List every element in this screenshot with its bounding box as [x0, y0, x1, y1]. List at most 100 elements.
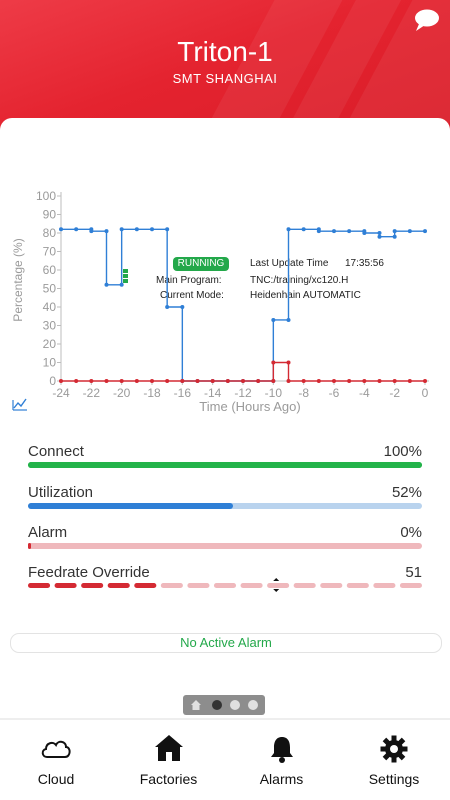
y-tick-label: 100 [36, 189, 56, 203]
series-point [316, 227, 321, 232]
series-point [59, 379, 63, 383]
status-block: RUNNING Last Update Time 17:35:56 Main P… [0, 128, 450, 301]
machine-location: SMT SHANGHAI [172, 71, 278, 86]
feedrate-segment [293, 583, 316, 588]
x-tick-label: -8 [298, 386, 309, 400]
series-point [119, 282, 124, 287]
alarm-bar-fill [28, 543, 31, 549]
feedrate-handle-down-icon [273, 589, 280, 592]
x-tick-label: 0 [422, 386, 429, 400]
line-chart-icon[interactable] [12, 398, 27, 411]
series-point [392, 229, 397, 234]
history-chart: 0 10 20 30 40 50 60 70 80 90 100 -24 -22 -20 -18 -16 -1… [11, 189, 429, 414]
feedrate-segment [240, 583, 263, 588]
series-point [347, 229, 352, 234]
nav-item-cloud[interactable]: Cloud [0, 720, 112, 800]
factory-home-icon [154, 735, 183, 761]
cloud-icon [41, 740, 71, 758]
x-axis: -24 -22 -20 -18 -16 -14 -12 -10 -8 -6 -4 -2 0 [52, 380, 429, 400]
series-point [407, 379, 412, 383]
series-point [407, 229, 412, 234]
feedrate-segment [320, 583, 343, 588]
series-point [104, 229, 109, 234]
y-tick-label: 70 [43, 245, 57, 259]
series-point [225, 379, 230, 383]
series-point [286, 379, 291, 383]
y-axis-label: Percentage (%) [11, 238, 25, 321]
series-point [423, 229, 427, 234]
series-layer [59, 227, 427, 383]
series-point [423, 379, 427, 383]
nav-item-factories[interactable]: Factories [112, 720, 225, 800]
series-point [271, 317, 276, 322]
series-point [256, 379, 261, 383]
x-tick-label: -24 [52, 386, 70, 400]
series-point [180, 305, 185, 309]
series-point [119, 379, 124, 383]
feedrate-segment [28, 583, 51, 588]
page-dot[interactable] [230, 700, 240, 710]
machine-name: Triton-1 [177, 36, 273, 67]
series-line [61, 228, 425, 382]
feedrate-segment [373, 583, 396, 588]
y-tick-label: 20 [43, 337, 57, 351]
y-axis: 0102030405060708090100 [36, 189, 62, 388]
x-tick-label: -4 [359, 386, 370, 400]
series-point [241, 379, 245, 383]
x-tick-label: -6 [329, 386, 340, 400]
y-tick-label: 50 [43, 282, 57, 296]
feedrate-segment [267, 583, 290, 588]
series-point [377, 379, 382, 383]
series-point [180, 379, 185, 383]
feedrate-segment [399, 583, 422, 588]
utilization-bar [28, 503, 422, 509]
utilization-bar-fill [28, 503, 233, 509]
series-point [104, 379, 109, 383]
series-point [271, 379, 276, 383]
series-point [392, 234, 397, 239]
page-dot[interactable] [248, 700, 258, 710]
series-point [165, 227, 170, 232]
x-tick-label: -2 [389, 386, 400, 400]
x-tick-label: -18 [143, 386, 161, 400]
page-indicator [183, 695, 265, 715]
gear-icon [380, 735, 408, 763]
series-point [301, 227, 306, 232]
nav-label-settings: Settings [368, 771, 420, 787]
x-tick-label: -12 [234, 386, 252, 400]
feedrate-slider[interactable] [28, 578, 422, 592]
series-point [377, 234, 382, 239]
series-point [134, 379, 139, 383]
nav-label-factories: Factories [139, 771, 198, 787]
active-alarm-status: No Active Alarm [10, 633, 442, 653]
series-point [89, 379, 94, 383]
series-point [332, 229, 336, 234]
nav-label-alarms: Alarms [259, 771, 304, 787]
utilization-label: Utilization [28, 484, 94, 501]
nav-item-alarms[interactable]: Alarms [225, 720, 338, 800]
x-tick-label: -16 [174, 386, 192, 400]
x-tick-label: -22 [83, 386, 101, 400]
series-point [150, 379, 154, 383]
bottom-nav: Cloud Factories Alarms Settings [0, 720, 450, 800]
feedrate-segment [160, 583, 183, 588]
series-point [119, 227, 124, 232]
home-page-icon[interactable] [190, 699, 202, 711]
series-point [89, 227, 94, 232]
x-tick-label: -20 [113, 386, 131, 400]
series-point [210, 379, 215, 383]
series-point [104, 282, 109, 287]
series-point [195, 379, 200, 383]
series-point [271, 360, 276, 365]
chat-bubble-icon[interactable] [413, 8, 441, 32]
connect-bar [28, 462, 422, 468]
feedrate-segment [54, 583, 77, 588]
feedrate-segment [213, 583, 237, 588]
series-point [377, 231, 382, 235]
series-point [362, 379, 367, 383]
series-point [286, 317, 291, 322]
feedrate-segment [134, 583, 157, 588]
nav-item-settings[interactable]: Settings [338, 720, 450, 800]
series-point [347, 379, 352, 383]
page-dot-active[interactable] [212, 700, 222, 710]
